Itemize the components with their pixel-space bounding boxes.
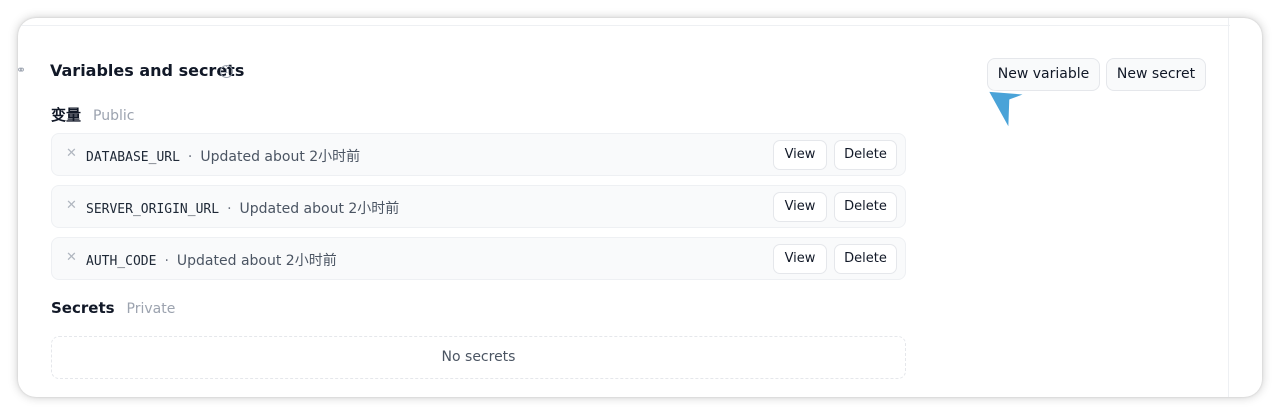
variable-name: AUTH_CODE (86, 254, 157, 269)
delete-button[interactable]: Delete (834, 192, 897, 222)
delete-button[interactable]: Delete (834, 140, 897, 170)
section-title: Variables and secrets (50, 61, 245, 80)
delete-button[interactable]: Delete (834, 244, 897, 274)
x-variable-icon: ✕ (66, 146, 77, 161)
variable-row: ✕ SERVER_ORIGIN_URL · Updated about 2小时前 V… (51, 185, 906, 228)
secrets-heading: Secrets Private (51, 299, 175, 317)
right-divider (1228, 18, 1229, 397)
variables-heading-label: 变量 (51, 106, 82, 124)
separator-dot: · (187, 149, 193, 165)
x-variable-icon: ✕ (66, 250, 77, 265)
variables-visibility-label: Public (93, 108, 135, 124)
variables-secrets-panel: ⚭ Variables and secrets i New variable N… (18, 18, 1262, 397)
variable-info: AUTH_CODE · Updated about 2小时前 (86, 250, 337, 270)
variable-updated: Updated about 2小时前 (200, 149, 361, 165)
top-divider (18, 25, 1230, 26)
new-secret-button[interactable]: New secret (1106, 58, 1206, 91)
secrets-visibility-label: Private (126, 301, 176, 317)
secrets-heading-label: Secrets (51, 299, 115, 317)
separator-dot: · (227, 201, 232, 217)
mouse-pointer-icon (987, 90, 1027, 130)
variable-row: ✕ AUTH_CODE · Updated about 2小时前 View Dele… (51, 237, 906, 280)
variable-info: SERVER_ORIGIN_URL · Updated about 2小时前 (86, 198, 399, 218)
secrets-empty-state: No secrets (51, 336, 906, 379)
view-button[interactable]: View (773, 244, 827, 274)
variable-updated: Updated about 2小时前 (239, 201, 400, 217)
view-button[interactable]: View (773, 140, 827, 170)
view-button[interactable]: View (773, 192, 827, 222)
link-icon[interactable]: ⚭ (18, 63, 26, 77)
info-icon[interactable]: i (220, 65, 233, 78)
variable-name: DATABASE_URL (86, 150, 180, 165)
variable-row: ✕ DATABASE_URL · Updated about 2小时前 View D… (51, 133, 906, 176)
variable-updated: Updated about 2小时前 (176, 253, 337, 269)
x-variable-icon: ✕ (66, 198, 77, 213)
separator-dot: · (164, 253, 169, 269)
variables-heading: 变量 Public (51, 104, 134, 125)
variable-info: DATABASE_URL · Updated about 2小时前 (86, 146, 360, 166)
variable-name: SERVER_ORIGIN_URL (86, 202, 220, 217)
